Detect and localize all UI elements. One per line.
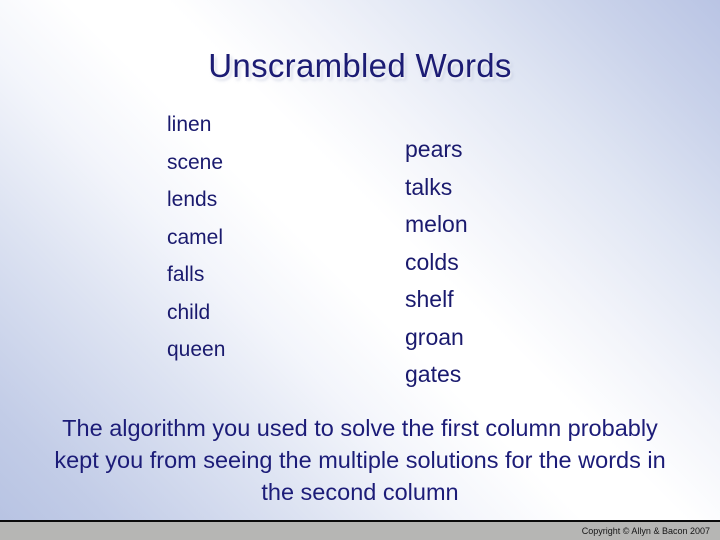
page-title: Unscrambled Words <box>208 47 512 84</box>
word-item: scene <box>167 150 224 174</box>
explanation-paragraph: The algorithm you used to solve the firs… <box>54 415 666 505</box>
word-item: linen <box>167 113 212 136</box>
word-item: melon <box>405 211 468 237</box>
word-item: lends <box>167 188 218 211</box>
footer-bar: Copyright © Allyn & Bacon 2007 <box>0 520 720 540</box>
first-column: linen scene lends camel falls child quee… <box>167 106 225 369</box>
word-item: colds <box>405 248 459 275</box>
word-item: queen <box>167 338 226 361</box>
word-item: groan <box>405 323 464 350</box>
word-item: talks <box>405 173 453 200</box>
word-item: pears <box>405 136 463 162</box>
word-item: camel <box>167 225 224 249</box>
word-item: shelf <box>405 286 454 312</box>
copyright-notice: Copyright © Allyn & Bacon 2007 <box>581 526 710 536</box>
word-columns: linen scene lends camel falls child quee… <box>0 106 720 406</box>
slide-canvas: Unscrambled Words linen scene lends came… <box>0 0 720 540</box>
word-item: gates <box>405 361 462 387</box>
second-column: pears talks melon colds shelf groan gate… <box>405 106 468 394</box>
word-item: child <box>167 300 211 324</box>
word-item: falls <box>167 263 205 286</box>
